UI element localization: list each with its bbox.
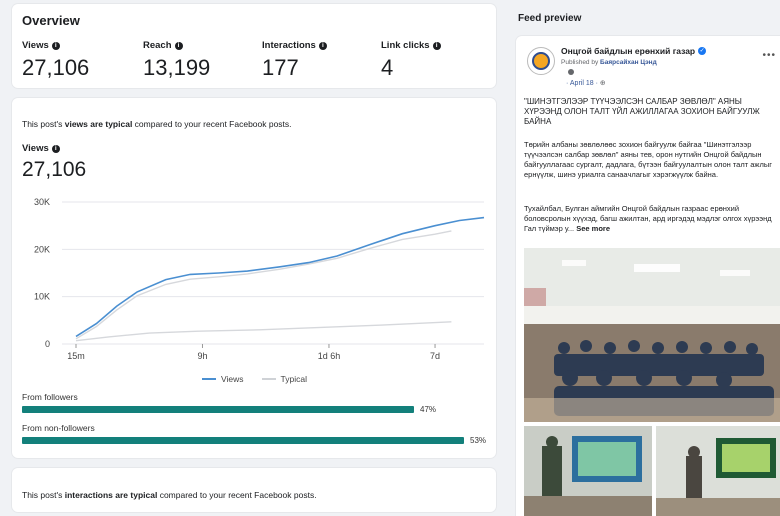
- info-icon[interactable]: i: [318, 41, 327, 50]
- views-label-text: Views: [22, 143, 49, 154]
- see-more-link[interactable]: See more: [576, 224, 610, 233]
- legend-label: Typical: [280, 374, 307, 384]
- metric-views[interactable]: Views i 27,106: [22, 40, 89, 81]
- page-name-text: Онцгой байдлын ерөнхий газар: [561, 46, 696, 56]
- post-date[interactable]: · April 18 · ⊕: [566, 79, 606, 87]
- legend-item-views[interactable]: Views: [202, 374, 244, 384]
- views-card: This post's views are typical compared t…: [12, 98, 496, 458]
- feed-preview-title: Feed preview: [518, 13, 582, 24]
- metric-value: 177: [262, 55, 299, 80]
- followers-percent: 47%: [420, 405, 437, 414]
- post-photo-screen[interactable]: [656, 426, 780, 516]
- verified-icon: ✓: [698, 47, 707, 55]
- views-typical-note: This post's views are typical compared t…: [22, 119, 292, 129]
- views-value: 27,106: [22, 158, 87, 181]
- series-typical-line[interactable]: [75, 230, 452, 340]
- emblem-icon: [532, 52, 550, 70]
- post-photo-classroom[interactable]: [524, 248, 780, 422]
- page-name[interactable]: Онцгой байдлын ерөнхий газар ✓: [561, 46, 707, 56]
- post-photo-presentation[interactable]: [524, 426, 652, 516]
- interactions-typical-note: This post's interactions are typical com…: [22, 490, 317, 500]
- more-options-icon[interactable]: •••: [762, 50, 776, 61]
- followers-bar: [22, 406, 414, 413]
- non-followers-percent: 53%: [470, 436, 487, 445]
- metric-link-clicks[interactable]: Link clicks i 4: [381, 40, 441, 81]
- page-avatar[interactable]: [527, 47, 555, 75]
- views-line-chart[interactable]: 0 10K 20K 30K 15m 9h 1d 6h 7d: [12, 194, 496, 368]
- post-paragraph-2-text: Тухайлбал, Булган аймгийн Онцгой байдлын…: [524, 204, 772, 233]
- y-tick-label: 10K: [34, 292, 50, 302]
- legend-swatch: [261, 378, 276, 380]
- note-text: This post's: [22, 490, 65, 500]
- overview-title: Overview: [22, 13, 80, 28]
- x-tick-label: 9h: [197, 351, 207, 361]
- legend-label: Views: [221, 374, 244, 384]
- published-by: Published by Баярсайхан Цэнд: [561, 59, 657, 66]
- chart-legend: Views Typical: [202, 374, 307, 384]
- post-headline: "ШИНЭТГЭЛЭЭР ТҮҮЧЭЭЛСЭН САЛБАР ЗӨВЛӨЛ" А…: [524, 97, 760, 126]
- classroom-image: [524, 248, 780, 422]
- post-date-text: April 18: [569, 80, 594, 87]
- note-bold: views are typical: [64, 119, 133, 129]
- note-text: This post's: [22, 119, 65, 129]
- published-by-prefix: Published by: [561, 59, 601, 66]
- x-tick-label: 15m: [67, 351, 85, 361]
- overview-card: Overview Views i 27,106 Reach i 13,199 Int…: [12, 4, 496, 88]
- views-label: Views i: [22, 143, 60, 154]
- legend-swatch: [202, 378, 216, 380]
- series-views-line[interactable]: [75, 216, 485, 338]
- series-baseline-line[interactable]: [75, 321, 452, 342]
- globe-icon: ⊕: [599, 80, 606, 87]
- metric-label: Views: [22, 40, 49, 51]
- y-tick-label: 0: [45, 339, 50, 349]
- metric-value: 27,106: [22, 55, 90, 80]
- audience-icon: [568, 69, 574, 75]
- screen-image: [656, 426, 780, 516]
- metric-value: 13,199: [143, 55, 211, 80]
- non-followers-label: From non-followers: [22, 423, 95, 433]
- metric-label: Reach: [143, 40, 172, 51]
- metric-value: 4: [381, 55, 394, 80]
- note-text: compared to your recent Facebook posts.: [157, 490, 317, 500]
- post-paragraph-2: Тухайлбал, Булган аймгийн Онцгой байдлын…: [524, 204, 778, 234]
- info-icon[interactable]: i: [432, 41, 441, 50]
- feed-post: Онцгой байдлын ерөнхий газар ✓ Published …: [516, 36, 780, 516]
- legend-item-typical[interactable]: Typical: [261, 374, 307, 384]
- y-tick-label: 20K: [34, 244, 50, 254]
- metric-label: Link clicks: [381, 40, 430, 51]
- post-paragraph-1: Төрийн албаны зөвлөлөөс зохион байгуулж …: [524, 140, 772, 179]
- x-tick-label: 1d 6h: [318, 351, 341, 361]
- note-text: compared to your recent Facebook posts.: [132, 119, 292, 129]
- followers-label: From followers: [22, 392, 78, 402]
- metric-reach[interactable]: Reach i 13,199: [143, 40, 210, 81]
- publisher-link[interactable]: Баярсайхан Цэнд: [600, 59, 657, 66]
- x-tick-label: 7d: [430, 351, 440, 361]
- note-bold: interactions are typical: [64, 490, 158, 500]
- metric-label: Interactions: [262, 40, 316, 51]
- info-icon[interactable]: i: [51, 41, 60, 50]
- y-tick-label: 30K: [34, 197, 50, 207]
- metric-interactions[interactable]: Interactions i 177: [262, 40, 327, 81]
- non-followers-bar: [22, 437, 464, 444]
- info-icon[interactable]: i: [51, 144, 60, 153]
- presentation-image: [524, 426, 652, 516]
- info-icon[interactable]: i: [174, 41, 183, 50]
- interactions-card: This post's interactions are typical com…: [12, 468, 496, 512]
